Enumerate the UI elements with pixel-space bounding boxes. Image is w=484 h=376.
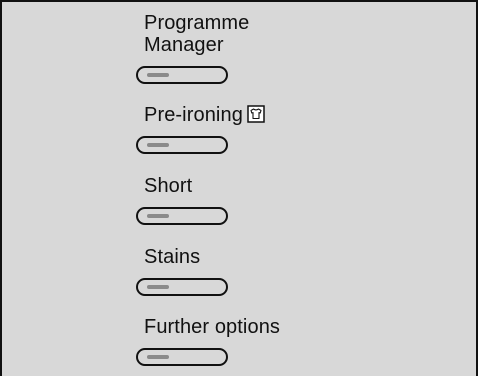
short-label: Short: [144, 175, 193, 197]
further-options-label: Further options: [144, 316, 281, 338]
menu-item-stains: Stains: [136, 246, 464, 296]
pre-ironing-label: Pre-ironing: [144, 104, 243, 126]
button-indicator: [147, 355, 169, 359]
menu-item-further-options: Further options: [136, 316, 464, 366]
options-panel: Programme Manager Pre-ironing Short Stai…: [0, 0, 478, 376]
short-button[interactable]: [136, 207, 228, 225]
button-indicator: [147, 73, 169, 77]
pre-ironing-button[interactable]: [136, 136, 228, 154]
pre-ironing-label-row: Pre-ironing: [144, 104, 464, 126]
menu-item-pre-ironing: Pre-ironing: [136, 104, 464, 154]
shirt-icon: [247, 105, 265, 123]
button-indicator: [147, 143, 169, 147]
stains-label: Stains: [144, 246, 201, 268]
menu-item-programme-manager: Programme Manager: [136, 12, 464, 84]
button-indicator: [147, 214, 169, 218]
further-options-button[interactable]: [136, 348, 228, 366]
programme-manager-button[interactable]: [136, 66, 228, 84]
programme-manager-label-line1: Programme: [144, 12, 250, 34]
programme-manager-label-line2: Manager: [144, 34, 224, 56]
menu-item-short: Short: [136, 175, 464, 225]
button-indicator: [147, 285, 169, 289]
stains-button[interactable]: [136, 278, 228, 296]
